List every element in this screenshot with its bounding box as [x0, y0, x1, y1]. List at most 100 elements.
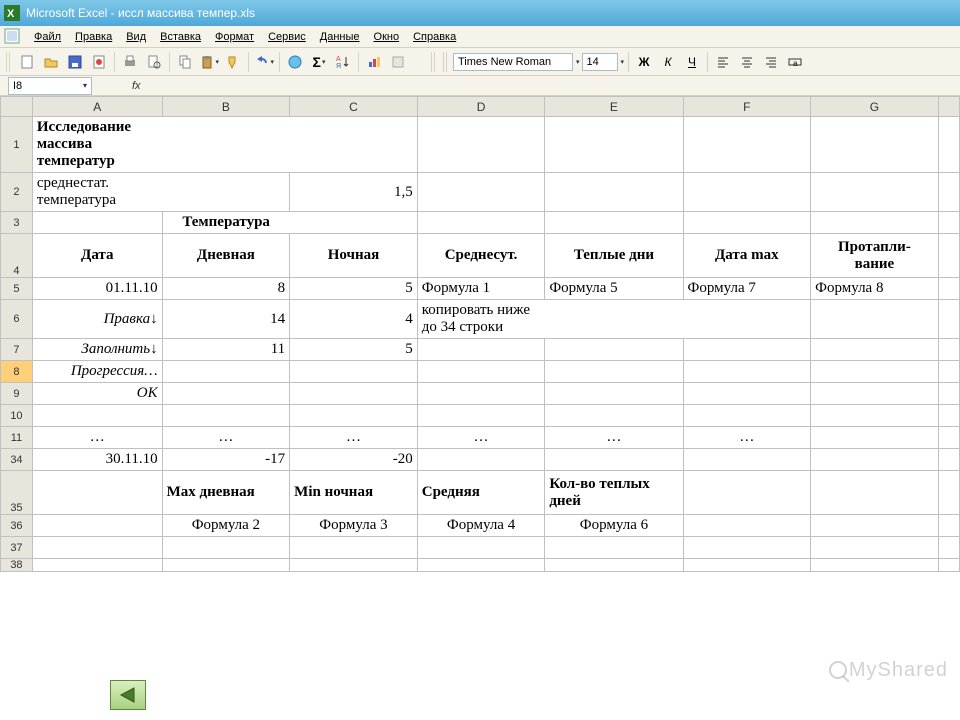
cell[interactable]: [545, 449, 683, 471]
cell[interactable]: Формула 8: [811, 278, 939, 300]
cell[interactable]: [938, 117, 959, 173]
cell[interactable]: 5: [290, 339, 418, 361]
cell[interactable]: [545, 173, 683, 212]
toolbar-grip-3[interactable]: [443, 52, 449, 72]
col-header-edge[interactable]: [938, 97, 959, 117]
copy-button[interactable]: [174, 51, 196, 73]
cell[interactable]: …: [290, 427, 418, 449]
hyperlink-button[interactable]: [284, 51, 306, 73]
cell[interactable]: [811, 339, 939, 361]
cell[interactable]: [938, 405, 959, 427]
cell[interactable]: [545, 361, 683, 383]
cell[interactable]: Кол-во теплых дней: [545, 471, 683, 515]
merge-center-button[interactable]: a: [784, 51, 806, 73]
permission-button[interactable]: [88, 51, 110, 73]
toolbar-options-button[interactable]: [387, 51, 409, 73]
toolbar-grip-2[interactable]: [431, 52, 437, 72]
cell[interactable]: …: [417, 427, 545, 449]
cell[interactable]: [683, 471, 811, 515]
cell[interactable]: [162, 173, 290, 212]
row-header[interactable]: 38: [1, 559, 33, 572]
cell[interactable]: Дата: [32, 234, 162, 278]
cell[interactable]: [811, 515, 939, 537]
cell[interactable]: [683, 383, 811, 405]
cell[interactable]: [811, 383, 939, 405]
cell[interactable]: Формула 4: [417, 515, 545, 537]
cell[interactable]: [162, 405, 290, 427]
cell[interactable]: [811, 212, 939, 234]
cell[interactable]: [162, 117, 290, 173]
cell[interactable]: 8: [162, 278, 290, 300]
row-header[interactable]: 34: [1, 449, 33, 471]
row-header[interactable]: 9: [1, 383, 33, 405]
menu-data[interactable]: Данные: [314, 29, 366, 45]
print-preview-button[interactable]: [143, 51, 165, 73]
cell[interactable]: [32, 405, 162, 427]
cell[interactable]: [290, 559, 418, 572]
cell[interactable]: …: [32, 427, 162, 449]
row-header[interactable]: 8: [1, 361, 33, 383]
format-painter-button[interactable]: [222, 51, 244, 73]
cell[interactable]: …: [545, 427, 683, 449]
cell[interactable]: 5: [290, 278, 418, 300]
menu-edit[interactable]: Правка: [69, 29, 118, 45]
menu-format[interactable]: Формат: [209, 29, 260, 45]
cell[interactable]: [290, 361, 418, 383]
font-size-select[interactable]: 14: [582, 53, 618, 71]
menu-file[interactable]: Файл: [28, 29, 67, 45]
cell[interactable]: [683, 300, 811, 339]
cell[interactable]: [545, 212, 683, 234]
cell[interactable]: Формула 6: [545, 515, 683, 537]
cell[interactable]: [938, 339, 959, 361]
cell[interactable]: -17: [162, 449, 290, 471]
cell[interactable]: [938, 300, 959, 339]
menu-help[interactable]: Справка: [407, 29, 462, 45]
cell[interactable]: …: [162, 427, 290, 449]
cell[interactable]: [162, 383, 290, 405]
cell[interactable]: [811, 173, 939, 212]
cell[interactable]: [938, 471, 959, 515]
cell[interactable]: [417, 383, 545, 405]
cell[interactable]: [683, 361, 811, 383]
cell[interactable]: [417, 339, 545, 361]
cell[interactable]: [811, 471, 939, 515]
cell[interactable]: [162, 361, 290, 383]
back-button[interactable]: [110, 680, 146, 710]
cell[interactable]: …: [683, 427, 811, 449]
row-header[interactable]: 3: [1, 212, 33, 234]
cell[interactable]: [811, 117, 939, 173]
cell[interactable]: [545, 300, 683, 339]
row-header[interactable]: 5: [1, 278, 33, 300]
cell[interactable]: [162, 559, 290, 572]
cell[interactable]: Средняя: [417, 471, 545, 515]
menu-service[interactable]: Сервис: [262, 29, 312, 45]
save-button[interactable]: [64, 51, 86, 73]
cell[interactable]: [811, 427, 939, 449]
cell[interactable]: [417, 449, 545, 471]
select-all-corner[interactable]: [1, 97, 33, 117]
print-button[interactable]: [119, 51, 141, 73]
cell[interactable]: [545, 339, 683, 361]
align-right-button[interactable]: [760, 51, 782, 73]
cell[interactable]: [938, 559, 959, 572]
cell[interactable]: Правка↓: [32, 300, 162, 339]
cell[interactable]: [417, 173, 545, 212]
cell[interactable]: Среднесут.: [417, 234, 545, 278]
row-header[interactable]: 37: [1, 537, 33, 559]
cell[interactable]: Формула 2: [162, 515, 290, 537]
align-center-button[interactable]: [736, 51, 758, 73]
cell[interactable]: [417, 117, 545, 173]
cell[interactable]: [417, 537, 545, 559]
undo-button[interactable]: ▾: [253, 51, 275, 73]
cell[interactable]: [290, 405, 418, 427]
chart-button[interactable]: [363, 51, 385, 73]
cell[interactable]: Протапли- вание: [811, 234, 939, 278]
cell[interactable]: [683, 537, 811, 559]
cell[interactable]: Температура: [162, 212, 290, 234]
cell[interactable]: -20: [290, 449, 418, 471]
cell[interactable]: [417, 405, 545, 427]
cell[interactable]: Дневная: [162, 234, 290, 278]
cell[interactable]: Теплые дни: [545, 234, 683, 278]
align-left-button[interactable]: [712, 51, 734, 73]
cell[interactable]: [290, 383, 418, 405]
